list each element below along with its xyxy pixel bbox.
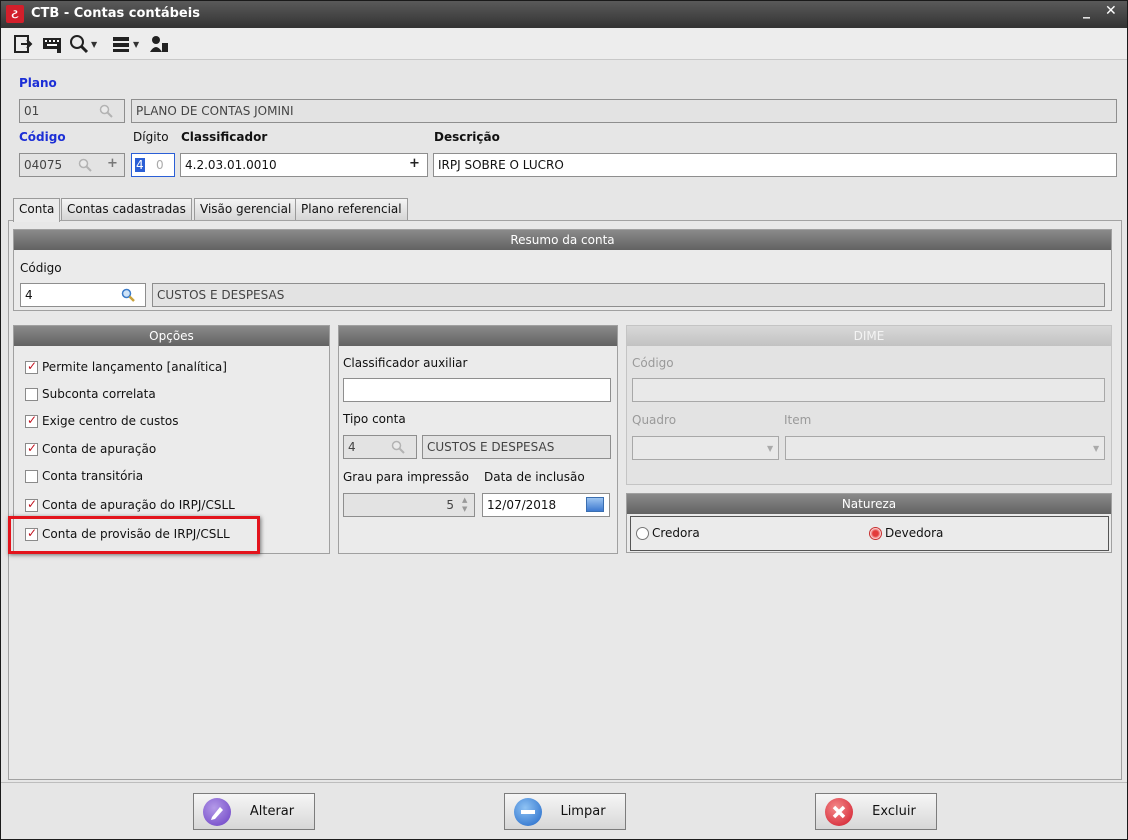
checkbox-box[interactable] bbox=[25, 497, 38, 512]
tab-contas-cadastradas[interactable]: Contas cadastradas bbox=[61, 198, 192, 221]
checkbox-label: Subconta correlata bbox=[42, 387, 156, 401]
title-bar: ટ CTB - Contas contábeis _ ✕ bbox=[1, 1, 1127, 28]
item-dropdown-icon[interactable]: ▼ bbox=[1093, 444, 1099, 453]
opcoes-header: Opções bbox=[14, 326, 329, 346]
delete-icon bbox=[825, 798, 853, 826]
resumo-search-icon[interactable] bbox=[121, 288, 135, 302]
checkbox-box[interactable] bbox=[25, 359, 38, 374]
close-button[interactable]: ✕ bbox=[1105, 3, 1117, 19]
alterar-button[interactable]: Alterar bbox=[193, 793, 315, 830]
footer-bar: Alterar Limpar Excluir bbox=[1, 782, 1127, 839]
radio-credora-label: Credora bbox=[652, 526, 700, 540]
dime-item-select[interactable] bbox=[785, 436, 1105, 460]
middle-header bbox=[339, 326, 617, 346]
window-title: CTB - Contas contábeis bbox=[31, 6, 200, 21]
list-icon[interactable] bbox=[111, 34, 131, 54]
toolbar: ▼ ▼ bbox=[1, 28, 1127, 60]
tab-conta[interactable]: Conta bbox=[13, 198, 61, 222]
tipo-conta-search-icon[interactable] bbox=[391, 440, 405, 454]
checkbox-label: Exige centro de custos bbox=[42, 414, 179, 428]
codigo-add-icon[interactable]: + bbox=[107, 156, 118, 171]
classificador-auxiliar-field[interactable] bbox=[343, 378, 611, 402]
tipo-conta-desc-field: CUSTOS E DESPESAS bbox=[422, 435, 611, 459]
dime-quadro-select[interactable] bbox=[632, 436, 779, 460]
dime-header: DIME bbox=[627, 326, 1111, 346]
checkbox-box[interactable] bbox=[25, 441, 38, 456]
tab-plano-referencial[interactable]: Plano referencial bbox=[295, 198, 408, 221]
checkbox-label: Conta de apuração bbox=[42, 442, 157, 456]
checkbox-label: Conta transitória bbox=[42, 469, 144, 483]
users-icon[interactable] bbox=[149, 34, 169, 54]
classificador-add-icon[interactable]: + bbox=[409, 156, 420, 171]
descricao-label: Descrição bbox=[434, 130, 500, 144]
digito-value-2: 0 bbox=[156, 158, 164, 172]
list-dropdown-caret-icon[interactable]: ▼ bbox=[133, 40, 139, 49]
resumo-descricao-field: CUSTOS E DESPESAS bbox=[152, 283, 1105, 307]
plano-name-field: PLANO DE CONTAS JOMINI bbox=[131, 99, 1117, 123]
tipo-conta-label: Tipo conta bbox=[343, 412, 406, 426]
radio-devedora-label: Devedora bbox=[885, 526, 944, 540]
alterar-label: Alterar bbox=[249, 804, 295, 819]
dime-item-label: Item bbox=[784, 413, 812, 427]
classificador-label: Classificador bbox=[181, 130, 268, 144]
grau-spin-up-icon[interactable]: ▲ bbox=[462, 497, 467, 504]
minimize-button[interactable]: _ bbox=[1083, 3, 1090, 19]
resumo-header: Resumo da conta bbox=[14, 230, 1111, 250]
search-dropdown-caret-icon[interactable]: ▼ bbox=[91, 40, 97, 49]
dime-codigo-label: Código bbox=[632, 356, 674, 370]
digito-value-1: 4 bbox=[135, 158, 145, 172]
minus-icon bbox=[514, 798, 542, 826]
natureza-header: Natureza bbox=[627, 494, 1111, 514]
highlight-box bbox=[8, 516, 260, 554]
calendar-icon[interactable] bbox=[586, 497, 604, 512]
codigo-label: Código bbox=[19, 130, 66, 144]
search-icon[interactable] bbox=[69, 34, 89, 54]
checkbox-label: Conta de apuração do IRPJ/CSLL bbox=[42, 498, 235, 512]
grau-field[interactable]: 5 bbox=[343, 493, 475, 517]
grau-label: Grau para impressão bbox=[343, 470, 469, 484]
app-logo-icon: ટ bbox=[6, 5, 24, 23]
classificador-field[interactable]: 4.2.03.01.0010 bbox=[180, 153, 428, 177]
main-window: ટ CTB - Contas contábeis _ ✕ ▼ ▼ Plano 0… bbox=[0, 0, 1128, 840]
plano-label: Plano bbox=[19, 76, 57, 90]
radio-devedora[interactable] bbox=[869, 527, 882, 540]
radio-credora[interactable] bbox=[636, 527, 649, 540]
edit-icon bbox=[203, 798, 231, 826]
dime-codigo-field[interactable] bbox=[632, 378, 1105, 402]
tipo-conta-code-field[interactable]: 4 bbox=[343, 435, 417, 459]
plano-search-icon[interactable] bbox=[99, 104, 113, 118]
digito-field[interactable]: 4 0 bbox=[131, 153, 175, 177]
classificador-auxiliar-label: Classificador auxiliar bbox=[343, 356, 468, 370]
limpar-label: Limpar bbox=[560, 804, 606, 819]
data-inclusao-label: Data de inclusão bbox=[484, 470, 585, 484]
tab-visao-gerencial[interactable]: Visão gerencial bbox=[194, 198, 298, 221]
grau-spin-down-icon[interactable]: ▼ bbox=[462, 506, 467, 513]
checkbox-box[interactable] bbox=[25, 388, 38, 401]
checkbox-box[interactable] bbox=[25, 413, 38, 428]
digito-label: Dígito bbox=[133, 130, 169, 144]
excluir-button[interactable]: Excluir bbox=[815, 793, 937, 830]
exit-icon[interactable] bbox=[13, 34, 33, 54]
keyboard-icon[interactable] bbox=[42, 34, 62, 54]
dime-quadro-label: Quadro bbox=[632, 413, 677, 427]
descricao-field[interactable]: IRPJ SOBRE O LUCRO bbox=[433, 153, 1117, 177]
codigo-search-icon[interactable] bbox=[78, 158, 92, 172]
checkbox-label: Permite lançamento [analítica] bbox=[42, 360, 227, 374]
resumo-codigo-label: Código bbox=[20, 261, 62, 275]
checkbox-box[interactable] bbox=[25, 470, 38, 483]
limpar-button[interactable]: Limpar bbox=[504, 793, 626, 830]
dime-group: DIME bbox=[626, 325, 1112, 485]
quadro-dropdown-icon[interactable]: ▼ bbox=[767, 444, 773, 453]
excluir-label: Excluir bbox=[872, 804, 916, 819]
